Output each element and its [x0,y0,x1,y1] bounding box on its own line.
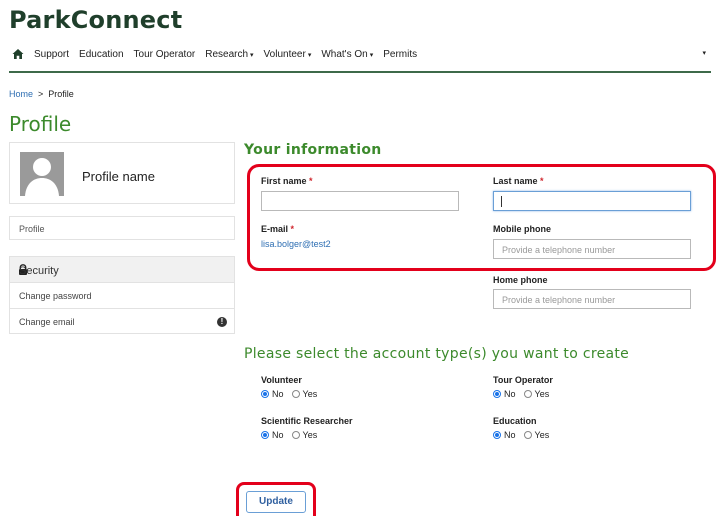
last-name-field[interactable] [493,191,691,211]
last-name-label: Last name * [493,176,544,186]
radio-no-label: No [504,389,516,399]
nav-education[interactable]: Education [79,49,123,60]
first-name-label-text: First name [261,176,307,186]
nav-tour-operator-label: Tour Operator [133,48,196,60]
volunteer-label: Volunteer [261,375,302,385]
email-label-text: E-mail [261,224,289,234]
breadcrumb-current: Profile [48,89,74,99]
radio-yes-label: Yes [302,389,318,399]
radio-yes-label: Yes [534,430,550,440]
home-phone-label: Home phone [493,275,548,285]
scientific-researcher-radio-group: No Yes [261,430,325,440]
nav-education-label: Education [79,48,124,60]
nav-support[interactable]: Support [34,49,69,60]
first-name-label: First name * [261,176,313,186]
nav-permits-label: Permits [383,48,418,60]
security-header-label: Security [19,265,59,277]
security-menu: Security Change password Change email ! [9,256,235,334]
chevron-down-icon: ▾ [250,51,254,59]
nav-support-label: Support [34,48,70,60]
email-value: lisa.bolger@test2 [261,239,331,249]
main-nav: Support Education Tour Operator Research… [12,46,427,62]
account-menu-chevron-icon[interactable]: ▾ [702,49,706,57]
required-marker: * [540,176,544,186]
mobile-phone-field[interactable]: Provide a telephone number [493,239,691,259]
security-header: Security [9,256,235,282]
change-email-label: Change email [19,317,75,327]
profile-card: Profile name [9,142,235,204]
nav-tour-operator[interactable]: Tour Operator [134,49,196,60]
radio-no-label: No [504,430,516,440]
radio-no-label: No [272,430,284,440]
nav-permits[interactable]: Permits [383,49,417,60]
site-logo[interactable]: ParkConnect [9,6,182,34]
scientific-researcher-yes-radio[interactable] [291,431,300,439]
volunteer-no-radio[interactable] [261,390,269,398]
breadcrumb: Home > Profile [9,89,74,99]
nav-divider [9,71,711,73]
breadcrumb-home-link[interactable]: Home [9,89,33,99]
update-button[interactable]: Update [246,491,306,513]
home-icon[interactable] [12,48,24,60]
first-name-field[interactable] [261,191,459,211]
last-name-label-text: Last name [493,176,538,186]
required-marker: * [309,176,313,186]
chevron-down-icon: ▾ [369,51,374,59]
avatar [20,152,64,196]
account-types-heading: Please select the account type(s) you wa… [244,346,630,362]
page-title: Profile [9,112,72,136]
education-no-radio[interactable] [493,431,501,439]
nav-volunteer[interactable]: Volunteer ▾ [264,49,312,60]
radio-no-label: No [272,389,284,399]
sidebar-item-profile-label: Profile [19,224,45,234]
user-silhouette-icon [25,158,59,196]
breadcrumb-separator: > [38,89,44,99]
profile-name: Profile name [82,169,155,184]
education-radio-group: No Yes [493,430,557,440]
scientific-researcher-no-radio[interactable] [261,431,269,439]
sidebar-item-profile[interactable]: Profile [9,216,235,240]
tour-operator-no-radio[interactable] [493,390,501,398]
tour-operator-label: Tour Operator [493,375,553,385]
tour-operator-radio-group: No Yes [493,389,557,399]
volunteer-radio-group: No Yes [261,389,325,399]
sidebar-item-change-password[interactable]: Change password [9,282,235,308]
info-icon[interactable]: ! [217,317,227,327]
nav-research[interactable]: Research ▾ [205,49,253,60]
volunteer-yes-radio[interactable] [291,390,300,398]
required-marker: * [290,224,295,234]
chevron-down-icon: ▾ [307,51,312,59]
tour-operator-yes-radio[interactable] [523,390,532,398]
your-information-heading: Your information [244,142,382,158]
radio-yes-label: Yes [302,430,318,440]
mobile-phone-label: Mobile phone [493,224,551,234]
education-label: Education [493,416,537,426]
education-yes-radio[interactable] [523,431,532,439]
nav-whats-on-label: What's On [321,48,368,60]
change-password-label: Change password [19,291,92,301]
text-cursor [501,196,502,207]
nav-research-label: Research [205,48,249,60]
nav-volunteer-label: Volunteer [263,48,306,60]
home-phone-field[interactable]: Provide a telephone number [493,289,691,309]
scientific-researcher-label: Scientific Researcher [261,416,353,426]
nav-whats-on[interactable]: What's On ▾ [321,49,373,60]
email-label: E-mail * [261,224,294,234]
radio-yes-label: Yes [534,389,550,399]
sidebar-item-change-email[interactable]: Change email ! [9,308,235,334]
